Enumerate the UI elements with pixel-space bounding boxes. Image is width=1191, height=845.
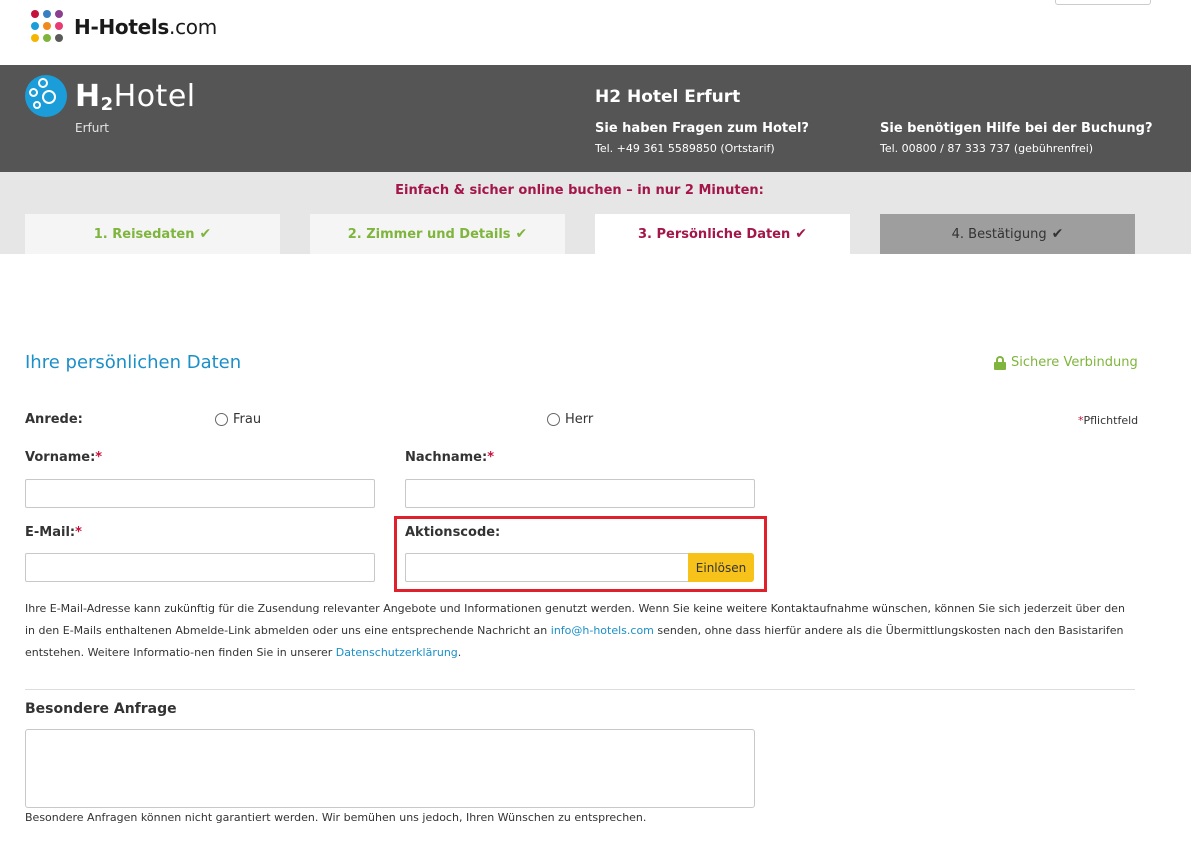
- secure-connection: Sichere Verbindung: [994, 355, 1138, 370]
- check-icon: ✔: [795, 226, 807, 242]
- email-input[interactable]: [25, 553, 375, 582]
- hotel-header: H2Hotel Erfurt H2 Hotel Erfurt Sie haben…: [0, 65, 1191, 172]
- anfrage-label: Besondere Anfrage: [25, 701, 177, 717]
- radio-frau[interactable]: Frau: [215, 412, 261, 427]
- booking-steps: Einfach & sicher online buchen – in nur …: [0, 172, 1191, 254]
- step-persoenliche-daten: 3. Persönliche Daten ✔: [595, 214, 850, 254]
- bubble-icon: [25, 75, 67, 117]
- h2-hotel-logo: H2Hotel: [25, 75, 196, 127]
- hotel-phone[interactable]: Tel. +49 361 5589850 (Ortstarif): [595, 142, 809, 155]
- anrede-label: Anrede:: [25, 412, 83, 427]
- h-hotels-logo[interactable]: H-Hotels.com: [31, 10, 217, 44]
- hotel-city: Erfurt: [75, 121, 109, 135]
- einloesen-button[interactable]: Einlösen: [688, 553, 754, 582]
- aktionscode-label: Aktionscode:: [405, 525, 501, 540]
- steps-slogan: Einfach & sicher online buchen – in nur …: [395, 183, 764, 198]
- section-title: Ihre persönlichen Daten: [25, 352, 242, 373]
- site-logo-text: H-Hotels.com: [74, 15, 217, 39]
- step-zimmer-details[interactable]: 2. Zimmer und Details ✔: [310, 214, 565, 254]
- nachname-input[interactable]: [405, 479, 755, 508]
- booking-contact: Sie benötigen Hilfe bei der Buchung? Tel…: [880, 121, 1152, 155]
- pflichtfeld-note: *Pflichtfeld: [1078, 414, 1139, 427]
- step-reisedaten[interactable]: 1. Reisedaten ✔: [25, 214, 280, 254]
- aktionscode-input[interactable]: [405, 553, 690, 582]
- booking-question: Sie benötigen Hilfe bei der Buchung?: [880, 121, 1153, 136]
- nachname-label: Nachname:*: [405, 450, 495, 465]
- radio-circle[interactable]: [547, 413, 560, 426]
- hotel-title: H2 Hotel Erfurt: [595, 87, 741, 107]
- vorname-label: Vorname:*: [25, 450, 103, 465]
- vorname-input[interactable]: [25, 479, 375, 508]
- datenschutz-link[interactable]: Datenschutzerklärung: [336, 646, 458, 659]
- header-menu-button[interactable]: [1055, 0, 1151, 5]
- check-icon: ✔: [515, 226, 528, 242]
- hotel-question: Sie haben Fragen zum Hotel?: [595, 121, 809, 136]
- site-header: H-Hotels.com: [0, 0, 1191, 65]
- divider: [25, 689, 1135, 690]
- privacy-notice: Ihre E-Mail-Adresse kann zukünftig für d…: [25, 602, 1125, 659]
- email-label: E-Mail:*: [25, 525, 82, 540]
- lock-icon: [994, 355, 1006, 370]
- radio-circle[interactable]: [215, 413, 228, 426]
- anfrage-note: Besondere Anfragen können nicht garantie…: [25, 811, 647, 824]
- step-bestaetigung: 4. Bestätigung ✔: [880, 214, 1135, 254]
- booking-phone[interactable]: Tel. 00800 / 87 333 737 (gebührenfrei): [880, 142, 1152, 155]
- check-icon: ✔: [1051, 226, 1064, 242]
- privacy-email-link[interactable]: info@h-hotels.com: [551, 624, 654, 637]
- hotel-contact: Sie haben Fragen zum Hotel? Tel. +49 361…: [595, 121, 809, 155]
- anfrage-textarea[interactable]: [25, 729, 755, 808]
- radio-herr[interactable]: Herr: [547, 412, 593, 427]
- logo-dots-icon: [31, 10, 63, 44]
- check-icon: ✔: [199, 226, 212, 242]
